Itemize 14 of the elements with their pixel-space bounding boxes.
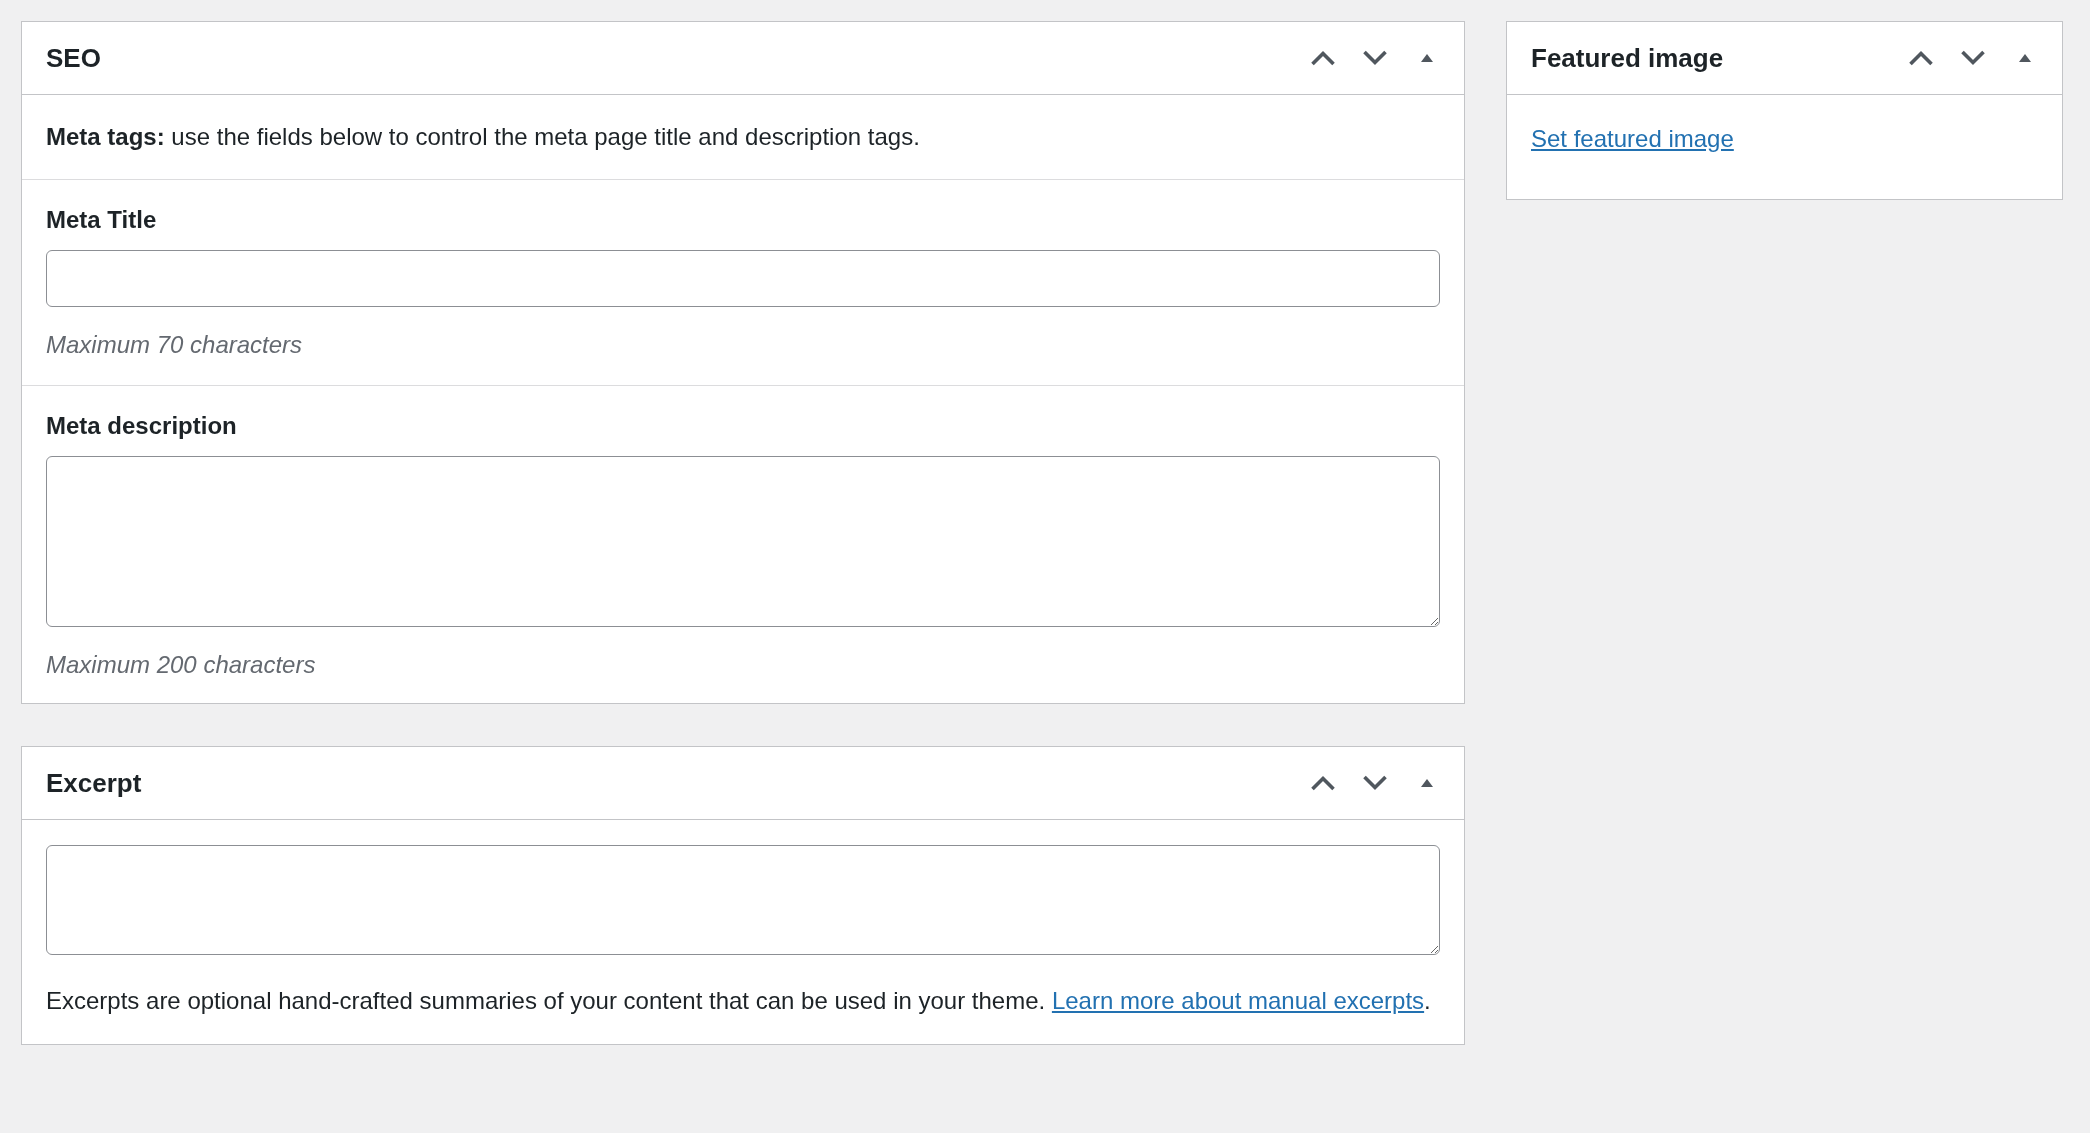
- panel-title: SEO: [46, 42, 101, 74]
- input-field[interactable]: [46, 250, 1440, 307]
- excerpt-field[interactable]: [46, 845, 1440, 955]
- learn-more-link[interactable]: Learn more about manual excerpts: [1051, 987, 1425, 1014]
- hint-text: Maximum 70 characters: [46, 331, 304, 359]
- hint-text: Maximum 200 characters: [46, 651, 317, 679]
- help-text: Excerpts are optional hand-crafted summaries of your content that can be used in your theme. Learn more about manual excerpts.: [46, 986, 1432, 1016]
- textarea-field[interactable]: [46, 456, 1440, 627]
- intro-text: Meta tags: use the fields below to control the meta page title and description tags.: [46, 123, 920, 150]
- set-featured-image-link[interactable]: Set featured image: [1531, 125, 1734, 152]
- field-label: Meta description: [46, 412, 238, 440]
- panel-title: Featured image: [1531, 42, 1724, 74]
- field-label: Meta Title: [46, 206, 158, 234]
- panel-title: Excerpt: [46, 767, 142, 799]
